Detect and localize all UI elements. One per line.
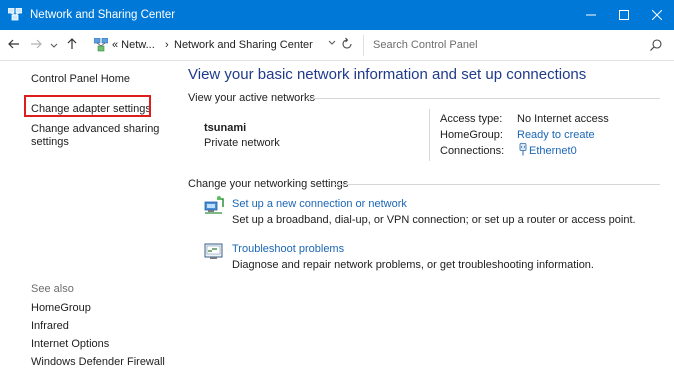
networking-settings-heading: Change your networking settings <box>188 178 349 190</box>
address-dropdown[interactable] <box>328 39 336 49</box>
up-button[interactable] <box>66 38 78 53</box>
minimize-icon <box>586 14 596 16</box>
homegroup-label: HomeGroup: <box>440 129 503 141</box>
networking-settings-section: Change your networking settings <box>188 178 660 192</box>
title-bar: Network and Sharing Center <box>0 0 674 30</box>
breadcrumb-parent[interactable]: « Netw... <box>112 39 155 51</box>
ethernet-connection-link[interactable]: Ethernet0 <box>529 145 577 157</box>
page-title: View your basic network information and … <box>188 66 587 83</box>
setup-new-connection-description: Set up a broadband, dial-up, or VPN conn… <box>232 214 636 226</box>
window-title: Network and Sharing Center <box>30 9 176 21</box>
troubleshoot-icon <box>204 243 223 259</box>
chevron-down-icon <box>50 43 58 48</box>
search-icon[interactable] <box>649 38 663 52</box>
highlight-box <box>24 95 151 117</box>
main-pane: View your basic network information and … <box>188 61 674 377</box>
minimize-button[interactable] <box>574 0 608 30</box>
access-type-value: No Internet access <box>517 113 609 125</box>
network-name: tsunami <box>204 122 247 134</box>
active-networks-heading: View your active networks <box>188 92 315 104</box>
address-field[interactable]: « Netw... › Network and Sharing Center <box>88 35 357 56</box>
close-button[interactable] <box>640 0 674 30</box>
connections-label: Connections: <box>440 145 505 157</box>
access-type-label: Access type: <box>440 113 503 125</box>
section-divider <box>306 98 660 99</box>
infrared-link[interactable]: Infrared <box>31 320 69 332</box>
troubleshoot-problems-link[interactable]: Troubleshoot problems <box>232 243 344 255</box>
homegroup-status-link[interactable]: Ready to create <box>517 129 595 141</box>
refresh-icon[interactable] <box>340 37 354 51</box>
change-advanced-sharing-settings-link[interactable]: Change advanced sharing settings <box>31 123 161 149</box>
forward-button[interactable] <box>30 38 42 53</box>
address-toolbar: « Netw... › Network and Sharing Center S… <box>0 30 674 61</box>
search-box[interactable]: Search Control Panel <box>363 35 669 56</box>
network-center-icon <box>94 38 108 52</box>
network-center-icon <box>8 8 22 21</box>
recent-locations-button[interactable] <box>50 40 58 54</box>
search-input[interactable]: Search Control Panel <box>373 39 478 51</box>
see-also-label: See also <box>31 283 74 295</box>
back-button[interactable] <box>8 38 20 53</box>
maximize-button[interactable] <box>607 0 641 30</box>
network-type[interactable]: Private network <box>204 137 280 149</box>
ethernet-icon <box>519 143 527 156</box>
windows-defender-firewall-link[interactable]: Windows Defender Firewall <box>31 356 165 368</box>
section-divider <box>335 184 660 185</box>
chevron-down-icon <box>328 40 336 45</box>
breadcrumb-current[interactable]: Network and Sharing Center <box>174 39 313 51</box>
back-arrow-icon <box>8 39 19 49</box>
active-networks-section: View your active networks <box>188 92 660 106</box>
control-panel-home-link[interactable]: Control Panel Home <box>31 73 130 86</box>
vertical-divider <box>429 109 430 161</box>
new-connection-icon <box>204 196 224 214</box>
close-icon <box>652 10 662 20</box>
setup-new-connection-link[interactable]: Set up a new connection or network <box>232 198 407 210</box>
troubleshoot-problems-description: Diagnose and repair network problems, or… <box>232 259 594 271</box>
internet-options-link[interactable]: Internet Options <box>31 338 109 350</box>
maximize-icon <box>619 10 629 20</box>
homegroup-link[interactable]: HomeGroup <box>31 302 91 314</box>
forward-arrow-icon <box>31 39 42 49</box>
up-arrow-icon <box>67 38 77 49</box>
breadcrumb-separator: › <box>165 39 169 51</box>
